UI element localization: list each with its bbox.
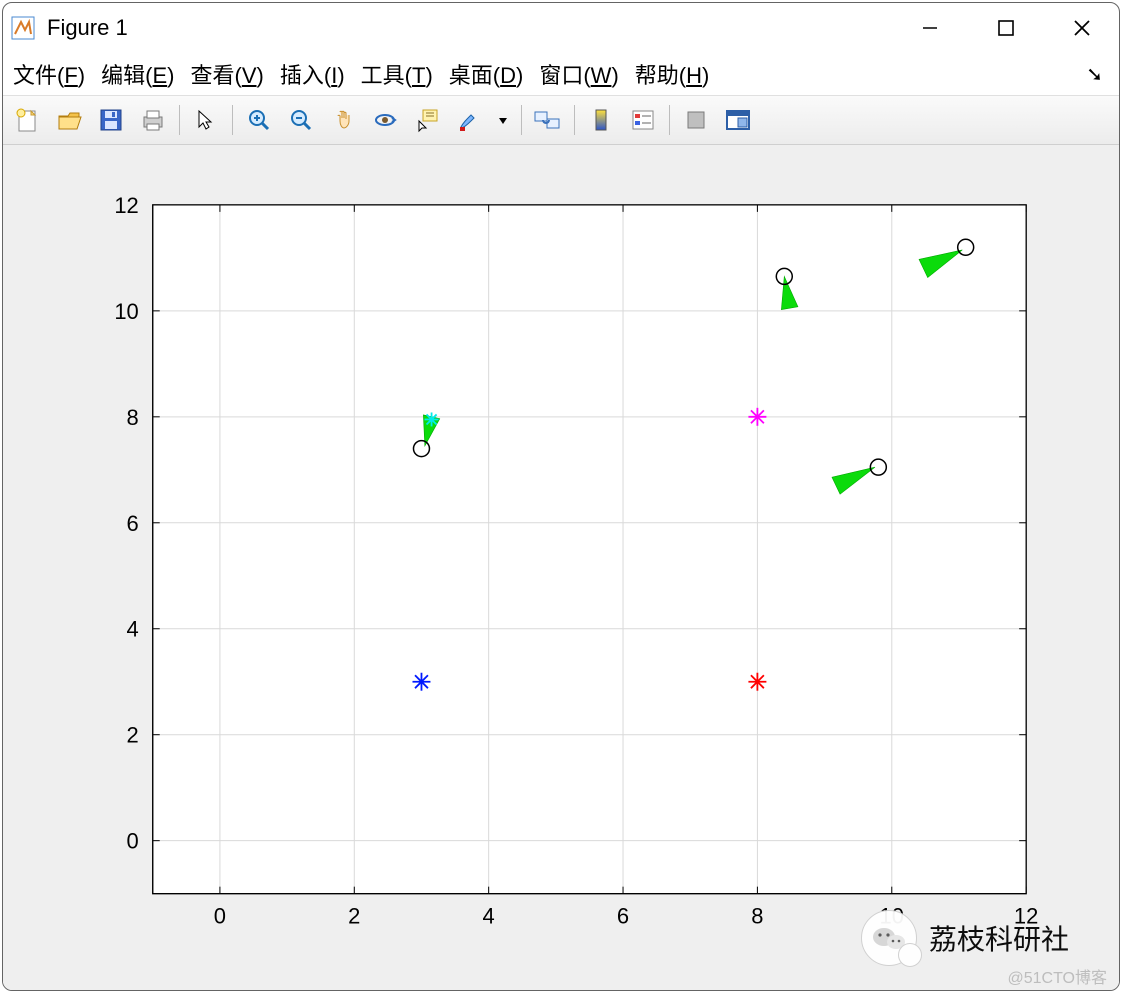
svg-text:4: 4 (483, 904, 495, 929)
colorbar-button[interactable] (583, 102, 619, 138)
toolbar-separator (574, 105, 575, 135)
brush-button[interactable] (451, 102, 487, 138)
menu-insert[interactable]: 插入(I) (280, 58, 345, 90)
svg-text:12: 12 (114, 193, 138, 218)
pan-button[interactable] (325, 102, 361, 138)
pointer-button[interactable] (188, 102, 224, 138)
toolbar-separator (521, 105, 522, 135)
menu-help[interactable]: 帮助(H) (635, 58, 710, 90)
minimize-button[interactable] (897, 6, 963, 50)
watermark-cn: 荔枝科研社 (861, 910, 1069, 966)
new-figure-button[interactable] (9, 102, 45, 138)
svg-text:2: 2 (127, 723, 139, 748)
axes-canvas[interactable]: 024681012024681012 荔枝科研社 @51CTO博客 (3, 145, 1119, 990)
wechat-icon (861, 910, 917, 966)
rotate-3d-button[interactable] (367, 102, 403, 138)
menu-tools[interactable]: 工具(T) (361, 58, 433, 90)
zoom-out-button[interactable] (283, 102, 319, 138)
open-button[interactable] (51, 102, 87, 138)
svg-text:6: 6 (617, 904, 629, 929)
window-title: Figure 1 (47, 15, 128, 41)
toolbar (3, 96, 1119, 145)
svg-text:6: 6 (127, 511, 139, 536)
svg-text:8: 8 (751, 904, 763, 929)
window-controls (897, 6, 1115, 50)
close-button[interactable] (1049, 6, 1115, 50)
save-button[interactable] (93, 102, 129, 138)
matlab-icon (11, 16, 35, 40)
watermark-cto: @51CTO博客 (1007, 964, 1107, 988)
figure-window: Figure 1 文件(F) 编辑(E) 查看(V) 插入(I) 工具(T) 桌… (2, 2, 1120, 991)
hide-plot-button[interactable] (678, 102, 714, 138)
menu-file[interactable]: 文件(F) (13, 58, 85, 90)
data-cursor-button[interactable] (409, 102, 445, 138)
menu-window[interactable]: 窗口(W) (539, 58, 618, 90)
menubar: 文件(F) 编辑(E) 查看(V) 插入(I) 工具(T) 桌面(D) 窗口(W… (3, 53, 1119, 96)
svg-text:0: 0 (214, 904, 226, 929)
svg-text:0: 0 (127, 829, 139, 854)
maximize-button[interactable] (973, 6, 1039, 50)
titlebar: Figure 1 (3, 3, 1119, 53)
zoom-in-button[interactable] (241, 102, 277, 138)
legend-button[interactable] (625, 102, 661, 138)
toolbar-separator (179, 105, 180, 135)
menu-edit[interactable]: 编辑(E) (101, 58, 174, 90)
print-button[interactable] (135, 102, 171, 138)
dock-figure-button[interactable] (720, 102, 756, 138)
svg-text:2: 2 (348, 904, 360, 929)
brush-dropdown-button[interactable] (493, 102, 513, 138)
toolbar-separator (232, 105, 233, 135)
axes-svg: 024681012024681012 (3, 145, 1119, 991)
svg-text:10: 10 (114, 299, 138, 324)
toolbar-separator (669, 105, 670, 135)
link-axes-button[interactable] (530, 102, 566, 138)
menu-desktop[interactable]: 桌面(D) (449, 58, 524, 90)
svg-text:8: 8 (127, 405, 139, 430)
svg-text:4: 4 (127, 617, 139, 642)
dock-arrow-icon[interactable]: ➘ (1086, 62, 1109, 87)
menu-view[interactable]: 查看(V) (190, 58, 263, 90)
